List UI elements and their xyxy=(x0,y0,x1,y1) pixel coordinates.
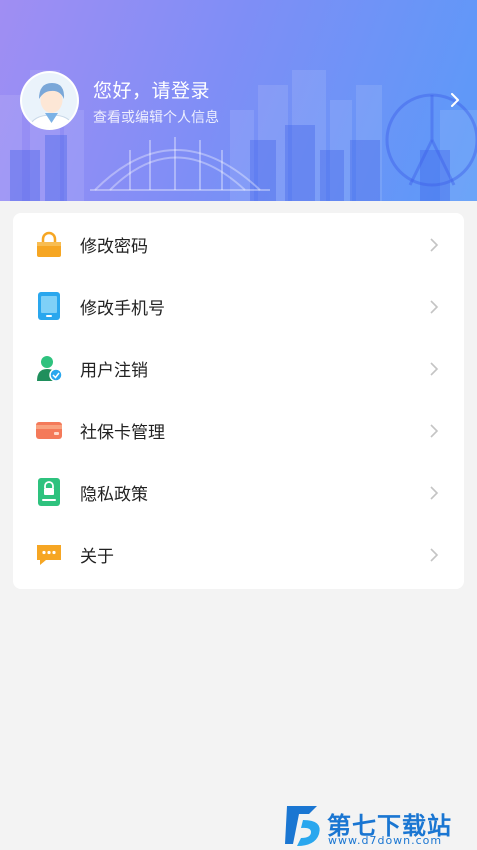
card-icon xyxy=(36,422,62,439)
chevron-right-icon xyxy=(430,548,439,562)
chevron-right-icon xyxy=(430,424,439,438)
menu-item-change-phone[interactable]: 修改手机号 xyxy=(13,275,464,337)
watermark-url: www.d7down.com xyxy=(328,834,443,847)
user-cancel-icon xyxy=(37,356,63,382)
chevron-right-icon[interactable] xyxy=(448,93,462,107)
chevron-right-icon xyxy=(430,486,439,500)
menu-item-cancel-account[interactable]: 用户注销 xyxy=(13,337,464,399)
menu-item-label: 隐私政策 xyxy=(80,485,148,505)
chevron-right-icon xyxy=(430,238,439,252)
privacy-document-icon xyxy=(38,478,60,506)
menu-item-about[interactable]: 关于 xyxy=(13,523,464,585)
chat-bubble-icon xyxy=(37,545,61,565)
lock-icon xyxy=(37,231,61,257)
menu-item-label: 修改密码 xyxy=(80,237,148,257)
menu-item-privacy-policy[interactable]: 隐私政策 xyxy=(13,461,464,523)
profile-subtitle[interactable]: 查看或编辑个人信息 xyxy=(93,107,219,127)
menu-item-social-security-card[interactable]: 社保卡管理 xyxy=(13,399,464,461)
chevron-right-icon xyxy=(430,362,439,376)
chevron-right-icon xyxy=(430,300,439,314)
profile-header[interactable]: 您好，请登录 查看或编辑个人信息 xyxy=(0,0,477,201)
login-greeting[interactable]: 您好，请登录 xyxy=(93,76,210,103)
phone-icon xyxy=(38,292,60,320)
avatar[interactable] xyxy=(20,71,79,130)
menu-item-label: 用户注销 xyxy=(80,361,148,381)
menu-item-label: 修改手机号 xyxy=(80,299,165,319)
menu-item-change-password[interactable]: 修改密码 xyxy=(13,213,464,275)
menu-item-label: 社保卡管理 xyxy=(80,423,165,443)
settings-menu-card: 修改密码 修改手机号 用户注销 社保卡管理 隐私政策 关于 xyxy=(13,213,464,589)
menu-item-label: 关于 xyxy=(80,547,114,567)
